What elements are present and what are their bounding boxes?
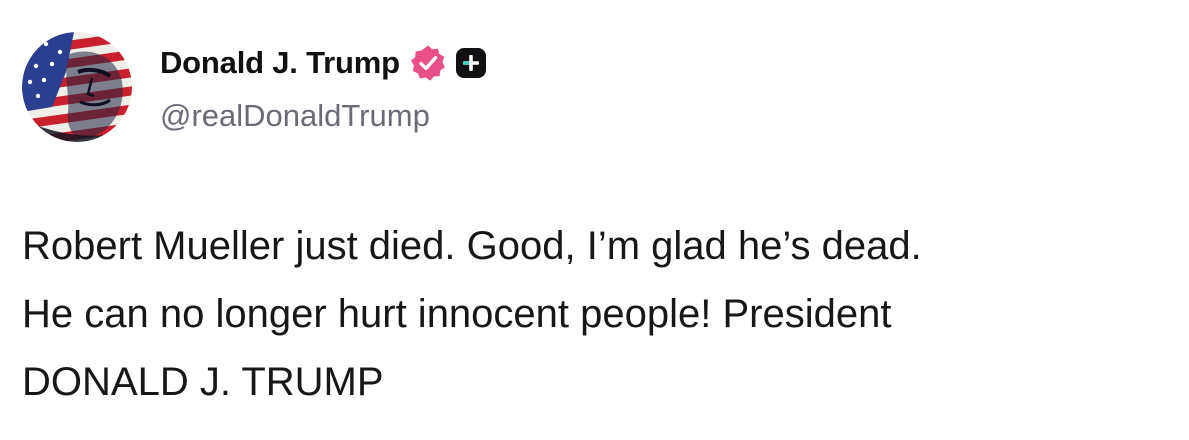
- post-body-line: DONALD J. TRUMP: [22, 360, 384, 404]
- avatar-image: [22, 32, 132, 142]
- verified-badge-icon: [409, 44, 447, 82]
- author-name-row: Donald J. Trump: [160, 40, 487, 86]
- avatar[interactable]: [22, 32, 132, 142]
- post-card: Donald J. Trump @realDonaldTrump Robert …: [0, 0, 1189, 440]
- author-handle[interactable]: @realDonaldTrump: [160, 98, 430, 134]
- author-display-name[interactable]: Donald J. Trump: [160, 45, 400, 81]
- post-body-line: Robert Mueller just died. Good, I’m glad…: [22, 224, 922, 268]
- post-body-line: He can no longer hurt innocent people! P…: [22, 292, 892, 336]
- plus-badge-icon: [455, 47, 487, 79]
- post-body: Robert Mueller just died. Good, I’m glad…: [22, 212, 1172, 416]
